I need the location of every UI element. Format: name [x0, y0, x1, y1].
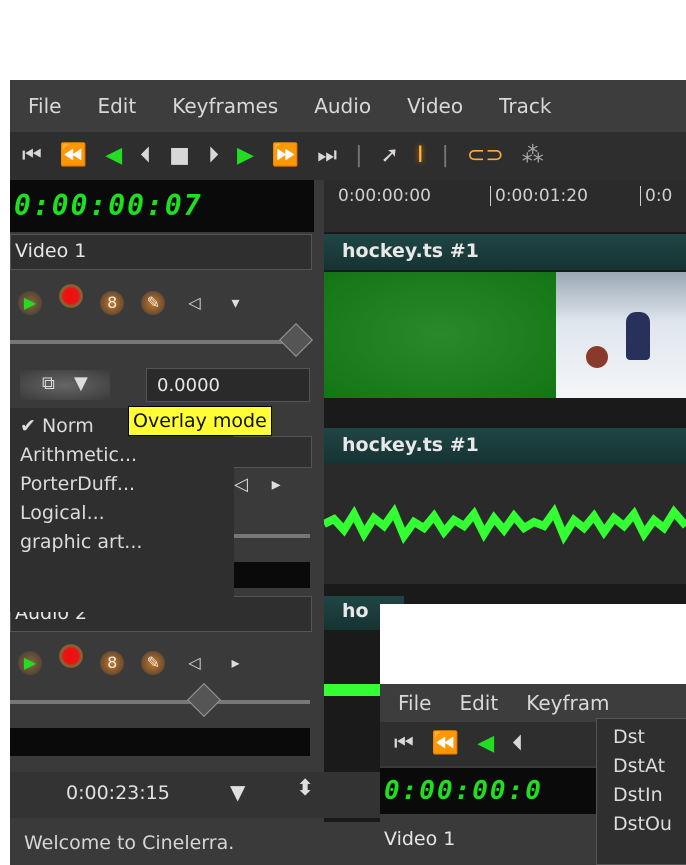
menubar: File Edit Keyframes Audio Video Track	[10, 80, 686, 132]
ruler-label: 0:00:01:20	[490, 186, 588, 206]
porterduff-submenu: Dst DstAt DstIn DstOu	[596, 718, 686, 865]
expand-icon[interactable]: ▸	[223, 651, 247, 675]
ruler-label: 0:00:00:00	[338, 186, 431, 206]
second-timecode-display: 0:00:00:0	[380, 768, 604, 814]
gang-icon[interactable]: 8	[100, 291, 125, 315]
expand-icon[interactable]: ▸	[272, 474, 281, 495]
status-text: Welcome to Cinelerra.	[24, 832, 235, 854]
fade-slider-track[interactable]	[10, 340, 310, 344]
check-icon: ✔	[20, 415, 42, 437]
audio2-waveform	[324, 684, 384, 696]
fast-forward-icon[interactable]: ⏩	[272, 145, 299, 167]
gang-icon[interactable]: 8	[100, 651, 125, 675]
stop-icon[interactable]: ■	[169, 145, 190, 167]
menu-item-graphic-art[interactable]: graphic art...	[10, 528, 234, 557]
fade-slider-track[interactable]	[10, 700, 310, 704]
menu-keyframes[interactable]: Keyframes	[172, 94, 278, 118]
more-icon[interactable]: ⁂	[522, 145, 544, 167]
player-figure	[626, 312, 650, 360]
mute-icon[interactable]: ◁	[182, 651, 206, 675]
draw-icon[interactable]: ✎	[141, 291, 166, 315]
fast-rewind-icon[interactable]: ⏪	[432, 733, 459, 755]
track-header-video1[interactable]: Video 1	[10, 234, 312, 270]
draw-icon[interactable]: ✎	[141, 651, 166, 675]
player-figure	[586, 346, 608, 368]
arrow-tool-icon[interactable]: ➚	[381, 145, 399, 167]
expand-icon[interactable]: ▾	[223, 291, 247, 315]
toolbar-divider: |	[441, 143, 449, 168]
timeline-ruler[interactable]: 0:00:00:00 0:00:01:20 0:0	[324, 180, 686, 232]
play-track-icon[interactable]: ▶	[18, 291, 42, 315]
fast-rewind-icon[interactable]: ⏪	[60, 145, 87, 167]
overlay-mode-icon: ⧉	[42, 373, 55, 394]
timecode-display: 0:00:00:07	[10, 180, 314, 232]
menu-track[interactable]: Track	[499, 94, 551, 118]
menu-file[interactable]: File	[398, 691, 431, 715]
audio-waveform	[322, 464, 686, 584]
ruler-label: 0:0	[640, 186, 672, 206]
menu-item-dstin[interactable]: DstIn	[597, 781, 686, 810]
record-track-icon[interactable]	[59, 284, 84, 308]
frame-back-icon[interactable]: ⏴	[140, 145, 151, 167]
overlay-mode-button[interactable]: ⧉ ▼	[20, 370, 110, 400]
track2-patch-buttons: ◁ ▸	[234, 474, 314, 500]
video-clip-header[interactable]: hockey.ts #1	[324, 234, 686, 270]
video-thumbnail-rink	[556, 272, 686, 398]
second-window-titlebar	[380, 604, 686, 684]
clip-title: ho	[342, 600, 369, 622]
menu-edit[interactable]: Edit	[459, 691, 498, 715]
play-track-icon[interactable]: ▶	[18, 651, 42, 675]
menu-item-logical[interactable]: Logical...	[10, 499, 234, 528]
ibeam-tool-icon[interactable]: I	[417, 145, 424, 167]
menu-video[interactable]: Video	[407, 94, 463, 118]
overlay-mode-menu: ✔ Norm Arithmetic... PorterDuff... Logic…	[10, 408, 234, 612]
track3-patch-buttons: ▶ 8 ✎ ◁ ▸	[18, 644, 308, 675]
chevron-down-icon: ▼	[74, 373, 88, 394]
menu-item-arithmetic[interactable]: Arithmetic...	[10, 441, 234, 470]
menu-edit[interactable]: Edit	[97, 94, 136, 118]
menu-keyframes[interactable]: Keyfram	[526, 691, 609, 715]
menu-item-dstout[interactable]: DstOu	[597, 810, 686, 839]
frame-back-icon[interactable]: ⏴	[512, 733, 523, 755]
menu-item-dstatop[interactable]: DstAt	[597, 752, 686, 781]
clip-title: hockey.ts #1	[342, 240, 479, 262]
mute-icon[interactable]: ◁	[182, 291, 206, 315]
transport-toolbar: ⏮ ⏪ ◀ ⏴ ■ ⏵ ▶ ⏩ ⏭ | ➚ I | ⊂⊃ ⁂	[10, 132, 686, 180]
track3-black-bar	[10, 728, 310, 756]
clip-title: hockey.ts #1	[342, 434, 479, 456]
fade-value-field[interactable]: 0.0000	[146, 368, 310, 402]
second-menubar: File Edit Keyfram	[380, 684, 686, 722]
rewind-to-start-icon[interactable]: ⏮	[394, 733, 414, 755]
video-thumbnail-green	[324, 272, 560, 398]
play-icon[interactable]: ▶	[237, 145, 254, 167]
waveform-svg	[322, 503, 686, 545]
menu-audio[interactable]: Audio	[314, 94, 371, 118]
menu-item-label: Norm	[41, 415, 94, 437]
position-time: 0:00:23:15	[66, 782, 170, 804]
chevron-down-icon[interactable]: ▼	[230, 780, 245, 804]
mute-icon[interactable]: ◁	[234, 474, 248, 495]
keyframe-icon[interactable]: ⊂⊃	[467, 145, 504, 167]
menu-file[interactable]: File	[28, 94, 61, 118]
menu-item-dst[interactable]: Dst	[597, 723, 686, 752]
skip-to-end-icon[interactable]: ⏭	[317, 145, 337, 167]
play-reverse-icon[interactable]: ◀	[105, 145, 122, 167]
play-reverse-icon[interactable]: ◀	[477, 733, 494, 755]
record-track-icon[interactable]	[59, 644, 84, 668]
track1-patch-buttons: ▶ 8 ✎ ◁ ▾	[18, 284, 308, 315]
spin-arrows-icon[interactable]: ⬍	[296, 776, 314, 801]
second-track-name: Video 1	[384, 828, 456, 850]
track-name: Video 1	[15, 240, 87, 262]
menu-item-porterduff[interactable]: PorterDuff...	[10, 470, 234, 499]
overlay-mode-tooltip: Overlay mode	[128, 406, 272, 436]
frame-forward-icon[interactable]: ⏵	[208, 145, 219, 167]
toolbar-divider: |	[355, 143, 363, 168]
rewind-to-start-icon[interactable]: ⏮	[22, 145, 42, 167]
audio-clip-header[interactable]: hockey.ts #1	[324, 428, 686, 464]
